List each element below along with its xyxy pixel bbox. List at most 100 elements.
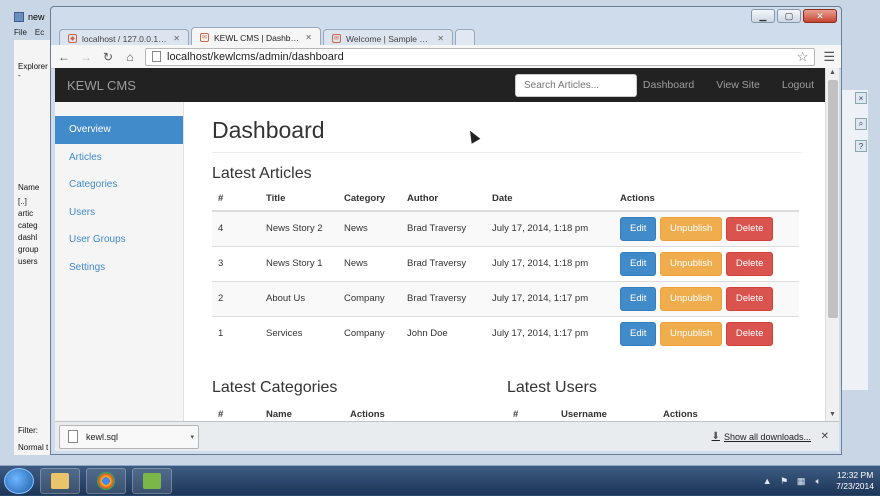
search-icon[interactable]: ⌕ [855, 118, 867, 130]
table-row: 3 News Story 1 News Brad Traversy July 1… [212, 245, 799, 281]
browser-toolbar: ← → ↻ ⌂ localhost/kewlcms/admin/dashboar… [51, 45, 841, 69]
minimize-button[interactable]: ▁ [751, 9, 775, 23]
delete-button[interactable]: Delete [725, 251, 774, 276]
users-table-header: # Username Actions [513, 409, 698, 420]
nav-logout[interactable]: Logout [771, 79, 825, 91]
browser-window: ▁ ▢ ✕ ◆ localhost / 127.0.0.1 / kew ✕ ✉ … [50, 6, 842, 455]
explorer-panel: Explorer - Name [..] artic categ dashl g… [14, 40, 52, 455]
sidebar-item-overview[interactable]: Overview [55, 116, 183, 144]
pma-favicon-icon: ◆ [68, 34, 77, 43]
sidebar-item-users[interactable]: Users [55, 199, 183, 227]
back-icon[interactable]: ← [57, 50, 71, 64]
brand-link[interactable]: KEWL CMS [67, 78, 136, 93]
unpublish-button[interactable]: Unpublish [660, 251, 723, 276]
delete-button[interactable]: Delete [725, 216, 774, 241]
nav-view-site[interactable]: View Site [705, 79, 771, 91]
menu-icon[interactable]: ☰ [823, 49, 835, 65]
maximize-button[interactable]: ▢ [777, 9, 801, 23]
list-item[interactable]: group [18, 245, 38, 254]
unpublish-button[interactable]: Unpublish [660, 321, 723, 346]
reload-icon[interactable]: ↻ [101, 50, 115, 64]
edit-button[interactable]: Edit [620, 251, 657, 276]
edit-button[interactable]: Edit [620, 321, 657, 346]
chrome-icon [97, 471, 115, 490]
edit-button[interactable]: Edit [620, 286, 657, 311]
list-item[interactable]: users [18, 257, 38, 266]
list-item[interactable]: [..] [18, 197, 27, 206]
taskbar-explorer[interactable] [40, 467, 80, 494]
page-favicon-icon: ✉ [200, 33, 209, 42]
right-panel: × ⌕ ? [840, 90, 868, 390]
close-tab-icon[interactable]: ✕ [173, 34, 180, 43]
nav-dashboard[interactable]: Dashboard [632, 79, 705, 91]
sidebar-item-categories[interactable]: Categories [55, 171, 183, 199]
page-scrollbar[interactable]: ▲ ▼ [825, 68, 839, 421]
delete-button[interactable]: Delete [725, 321, 774, 346]
close-button[interactable]: ✕ [803, 9, 837, 23]
latest-users-heading: Latest Users [507, 379, 597, 396]
help-icon[interactable]: ? [855, 140, 867, 152]
bottom-sections: Latest Categories # Name Actions Latest … [212, 379, 802, 420]
delete-button[interactable]: Delete [725, 286, 774, 311]
sidebar-item-articles[interactable]: Articles [55, 144, 183, 172]
list-item[interactable]: artic [18, 209, 33, 218]
menu-file[interactable]: File [14, 28, 27, 40]
categories-table-header: # Name Actions [218, 409, 385, 420]
background-menu: File Ec [14, 28, 54, 40]
latest-categories-heading: Latest Categories [212, 379, 338, 396]
col-category: Category [338, 193, 401, 212]
start-button[interactable] [4, 467, 34, 494]
edit-button[interactable]: Edit [620, 216, 657, 241]
menu-edit[interactable]: Ec [35, 28, 44, 40]
close-tab-icon[interactable]: ✕ [305, 33, 312, 42]
home-icon[interactable]: ⌂ [123, 50, 137, 64]
col-date: Date [486, 193, 614, 212]
show-hidden-icons[interactable]: ▲ [762, 476, 772, 486]
col-author: Author [401, 193, 486, 212]
show-all-downloads-link[interactable]: ⬇ Show all downloads... [712, 431, 811, 442]
articles-table: # Title Category Author Date Actions 4 N… [212, 193, 799, 351]
col-id: # [212, 193, 260, 212]
list-item[interactable]: dashl [18, 233, 37, 242]
explorer-header: Explorer - [18, 62, 48, 80]
close-tab-icon[interactable]: ✕ [437, 34, 444, 43]
unpublish-button[interactable]: Unpublish [660, 216, 723, 241]
taskbar-editor[interactable] [132, 467, 172, 494]
latest-articles-heading: Latest Articles [212, 165, 312, 182]
page-title: Dashboard [212, 117, 325, 143]
system-tray: ▲ ⚑ ▦ 🔈︎ 12:32 PM 7/23/2014 [762, 466, 874, 496]
list-item[interactable]: categ [18, 221, 38, 230]
page-icon [152, 51, 161, 62]
unpublish-button[interactable]: Unpublish [660, 286, 723, 311]
table-row: 2 About Us Company Brad Traversy July 17… [212, 280, 799, 316]
clock[interactable]: 12:32 PM 7/23/2014 [836, 470, 874, 492]
tab-dashboard[interactable]: ✉ KEWL CMS | Dashboard ✕ [191, 27, 321, 47]
close-downloads-icon[interactable]: ✕ [821, 431, 829, 442]
status-text: Normal t [18, 443, 49, 452]
close-icon[interactable]: × [855, 92, 867, 104]
sidebar-item-user-groups[interactable]: User Groups [55, 226, 183, 254]
list-header: Name [18, 183, 40, 192]
scroll-down-icon[interactable]: ▼ [829, 411, 836, 418]
flag-icon[interactable]: ⚑ [779, 476, 789, 486]
chevron-down-icon[interactable]: ▾ [190, 433, 194, 441]
tab-strip: ◆ localhost / 127.0.0.1 / kew ✕ ✉ KEWL C… [59, 25, 475, 47]
table-row: 1 Services Company John Doe July 17, 201… [212, 315, 799, 351]
sidebar-item-settings[interactable]: Settings [55, 254, 183, 282]
page-favicon-icon: ✉ [332, 34, 341, 43]
forward-icon[interactable]: → [79, 50, 93, 64]
search-input[interactable] [515, 74, 637, 97]
scrollbar-thumb[interactable] [828, 80, 838, 318]
filter-label: Filter: [18, 426, 38, 435]
latest-users-section: Latest Users # Username Actions [507, 379, 802, 420]
folder-icon [51, 472, 69, 489]
volume-icon[interactable]: 🔈︎ [813, 476, 823, 486]
taskbar-chrome[interactable] [86, 467, 126, 494]
bookmark-star-icon[interactable]: ☆ [797, 49, 809, 65]
scroll-up-icon[interactable]: ▲ [829, 69, 836, 76]
col-actions: Actions [614, 193, 799, 212]
window-controls: ▁ ▢ ✕ [751, 9, 837, 23]
network-icon[interactable]: ▦ [796, 476, 806, 486]
address-bar[interactable]: localhost/kewlcms/admin/dashboard ☆ [145, 47, 816, 66]
download-item[interactable]: kewl.sql ▾ [59, 424, 199, 449]
